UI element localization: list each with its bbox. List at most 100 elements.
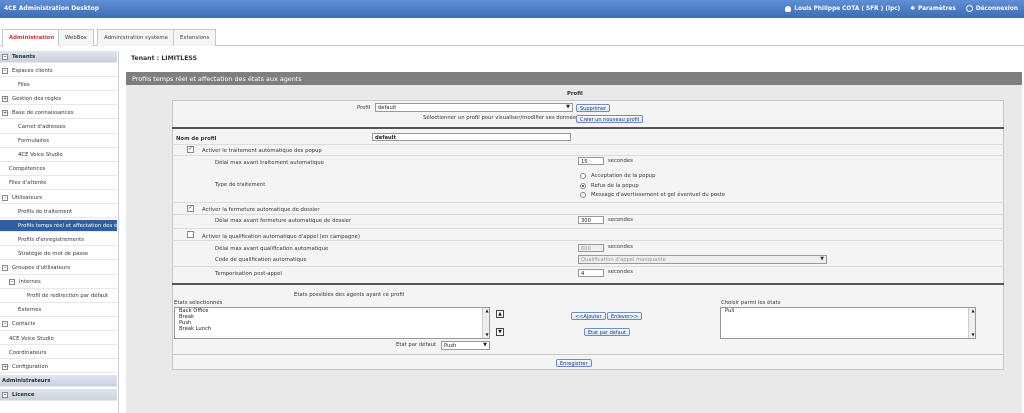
divider	[172, 283, 1004, 285]
sidebar-item[interactable]: Stratégie de mot de passe	[0, 248, 117, 261]
expand-icon[interactable]: +	[2, 363, 8, 370]
type-radio-warning[interactable]	[580, 192, 586, 198]
scroll-down-icon: ▼	[971, 332, 975, 337]
sidebar-item[interactable]: Coordinateurs	[0, 347, 117, 360]
type-radio-accept[interactable]	[580, 173, 586, 179]
settings-label: Paramètres	[918, 5, 956, 12]
collapse-icon[interactable]: –	[2, 194, 8, 201]
profil-hint: Sélectionner un profil pour visualiser/m…	[423, 115, 579, 121]
top-bar: 4CE Administration Desktop Louis Philipp…	[0, 0, 1024, 18]
sidebar-item[interactable]: Profils de traitement	[0, 206, 117, 219]
sidebar-item[interactable]: + Base de connaissances	[0, 107, 117, 120]
tab-webbox[interactable]: WebBox	[58, 29, 94, 46]
delay-input[interactable]: 15	[578, 157, 604, 165]
list-item[interactable]: Break Lunch	[177, 326, 489, 332]
move-down-button[interactable]: ▼	[496, 328, 504, 336]
states-title: Etats possibles des agents ayant ce prof…	[294, 292, 405, 298]
sidebar-item-label: 4CE Voice Studio	[9, 335, 54, 342]
row-divider	[172, 228, 1004, 229]
main-tabs: Administration WebBox Administration sys…	[0, 27, 1024, 47]
sidebar-item[interactable]: + Configuration	[0, 361, 117, 374]
row-divider	[172, 214, 1004, 215]
sidebar-item[interactable]: Files d'attente	[0, 178, 117, 190]
tenant-name: LIMITLESS	[161, 55, 198, 62]
qual-delay-input[interactable]: 600	[578, 244, 604, 252]
temp-input[interactable]: 4	[578, 269, 604, 277]
sidebar-item[interactable]: – Espaces clients	[0, 65, 117, 78]
sidebar-item[interactable]: + Gestion des règles	[0, 93, 117, 106]
sidebar-item[interactable]: 4CE Voice Studio	[0, 150, 117, 162]
user-name: Louis Philippe COTA ( SFR ) (lpc)	[794, 5, 901, 12]
tab-administration[interactable]: Administration	[2, 29, 62, 47]
list-item[interactable]: Pull	[723, 308, 975, 314]
selected-states-list[interactable]: Back Office Break Push Break Lunch ▲ ▼	[174, 307, 490, 339]
sidebar-item[interactable]: 4CE Voice Studio	[0, 333, 117, 345]
sidebar-item[interactable]: Files	[0, 79, 117, 92]
user-link[interactable]: Louis Philippe COTA ( SFR ) (lpc)	[785, 5, 900, 12]
selected-states-items: Back Office Break Push Break Lunch	[175, 308, 489, 332]
sidebar-item-label: Profils temps réel et affectation des é	[18, 222, 117, 229]
sidebar-item[interactable]: – Internes	[0, 277, 117, 289]
sidebar-item[interactable]: – Licence	[0, 389, 117, 402]
qual-code-label: Code de qualification automatique	[215, 257, 307, 263]
sidebar-item-label: Stratégie de mot de passe	[18, 250, 89, 257]
divider	[172, 127, 1004, 129]
collapse-icon[interactable]: –	[2, 53, 8, 60]
sidebar-item[interactable]: Externes	[0, 305, 117, 317]
sidebar-item[interactable]: – Utilisateurs	[0, 192, 117, 204]
scrollbar[interactable]: ▲ ▼	[482, 308, 489, 338]
sidebar-item-label: Utilisateurs	[12, 194, 43, 201]
tab-extensions[interactable]: Extensions	[173, 29, 217, 46]
logout-link[interactable]: Déconnexion	[965, 5, 1018, 12]
scrollbar[interactable]: ▲ ▼	[968, 308, 975, 338]
close-delay-input[interactable]: 300	[578, 216, 604, 224]
type-label: Type de traitement	[215, 182, 266, 188]
available-states-list[interactable]: Pull ▲ ▼	[720, 307, 976, 339]
sidebar-item[interactable]: Profil de redirection par défaut	[0, 291, 117, 303]
sidebar-item-label: Base de connaissances	[12, 109, 74, 116]
chevron-down-icon: ▼	[566, 104, 570, 110]
sidebar-item[interactable]: Compétences	[0, 164, 117, 176]
expand-icon[interactable]: +	[2, 95, 8, 102]
delay-unit: secondes	[608, 158, 633, 164]
gear-icon: ✱	[910, 5, 916, 12]
sidebar-item[interactable]: Formulaires	[0, 136, 117, 148]
tab-admin-systeme[interactable]: Administration système	[97, 29, 175, 46]
collapse-icon[interactable]: –	[2, 391, 8, 398]
collapse-icon[interactable]: –	[2, 67, 8, 74]
expand-icon[interactable]: +	[2, 109, 8, 116]
collapse-icon[interactable]: –	[2, 265, 8, 271]
collapse-icon[interactable]: –	[9, 279, 15, 286]
add-state-button[interactable]: <<Ajouter	[571, 312, 606, 320]
sidebar-item[interactable]: Carnet d'adresses	[0, 122, 117, 134]
qual-code-select[interactable]: Qualification d'appel manquante ▼	[578, 255, 827, 264]
close-check-label: Activer la fermeture automatique de doss…	[202, 207, 320, 213]
tenant-title: Tenant : LIMITLESS	[131, 55, 198, 62]
default-state-button[interactable]: Etat par défaut	[584, 328, 630, 336]
sidebar-item[interactable]: – Groupes d'utilisateurs	[0, 263, 117, 275]
sidebar-item[interactable]: Administrateurs	[0, 375, 117, 388]
close-checkbox[interactable]: ✓	[187, 205, 194, 212]
qual-delay-label: Délai max avant qualification automatiqu…	[215, 246, 329, 252]
profile-name-input[interactable]: default	[372, 133, 571, 141]
choose-states-label: Choisir parmi les états	[721, 300, 781, 306]
settings-link[interactable]: ✱ Paramètres	[910, 5, 956, 12]
save-button[interactable]: Enregistrer	[556, 359, 592, 367]
qual-checkbox[interactable]	[187, 231, 194, 238]
qual-delay-unit: secondes	[608, 244, 633, 250]
profil-select[interactable]: default ▼	[375, 103, 573, 112]
type-radio-refuse[interactable]	[580, 183, 586, 189]
remove-state-button[interactable]: Enlever>>	[607, 312, 643, 320]
delete-button[interactable]: Supprimer	[576, 104, 611, 112]
default-state-select[interactable]: Push ▼	[441, 341, 490, 350]
sidebar-item[interactable]: Profils d'enregistrements	[0, 234, 117, 247]
move-up-button[interactable]: ▲	[496, 310, 504, 318]
profil-label: Profil	[357, 105, 371, 111]
power-icon	[965, 5, 973, 12]
create-profile-button[interactable]: Créer un nouveau profil	[576, 115, 644, 123]
sidebar-item[interactable]: Profils temps réel et affectation des é	[0, 220, 117, 233]
collapse-icon[interactable]: –	[2, 321, 8, 328]
sidebar-item[interactable]: – Contacts	[0, 319, 117, 331]
popup-checkbox[interactable]: ✓	[187, 146, 194, 153]
sidebar-item[interactable]: – Tenants	[0, 51, 117, 63]
